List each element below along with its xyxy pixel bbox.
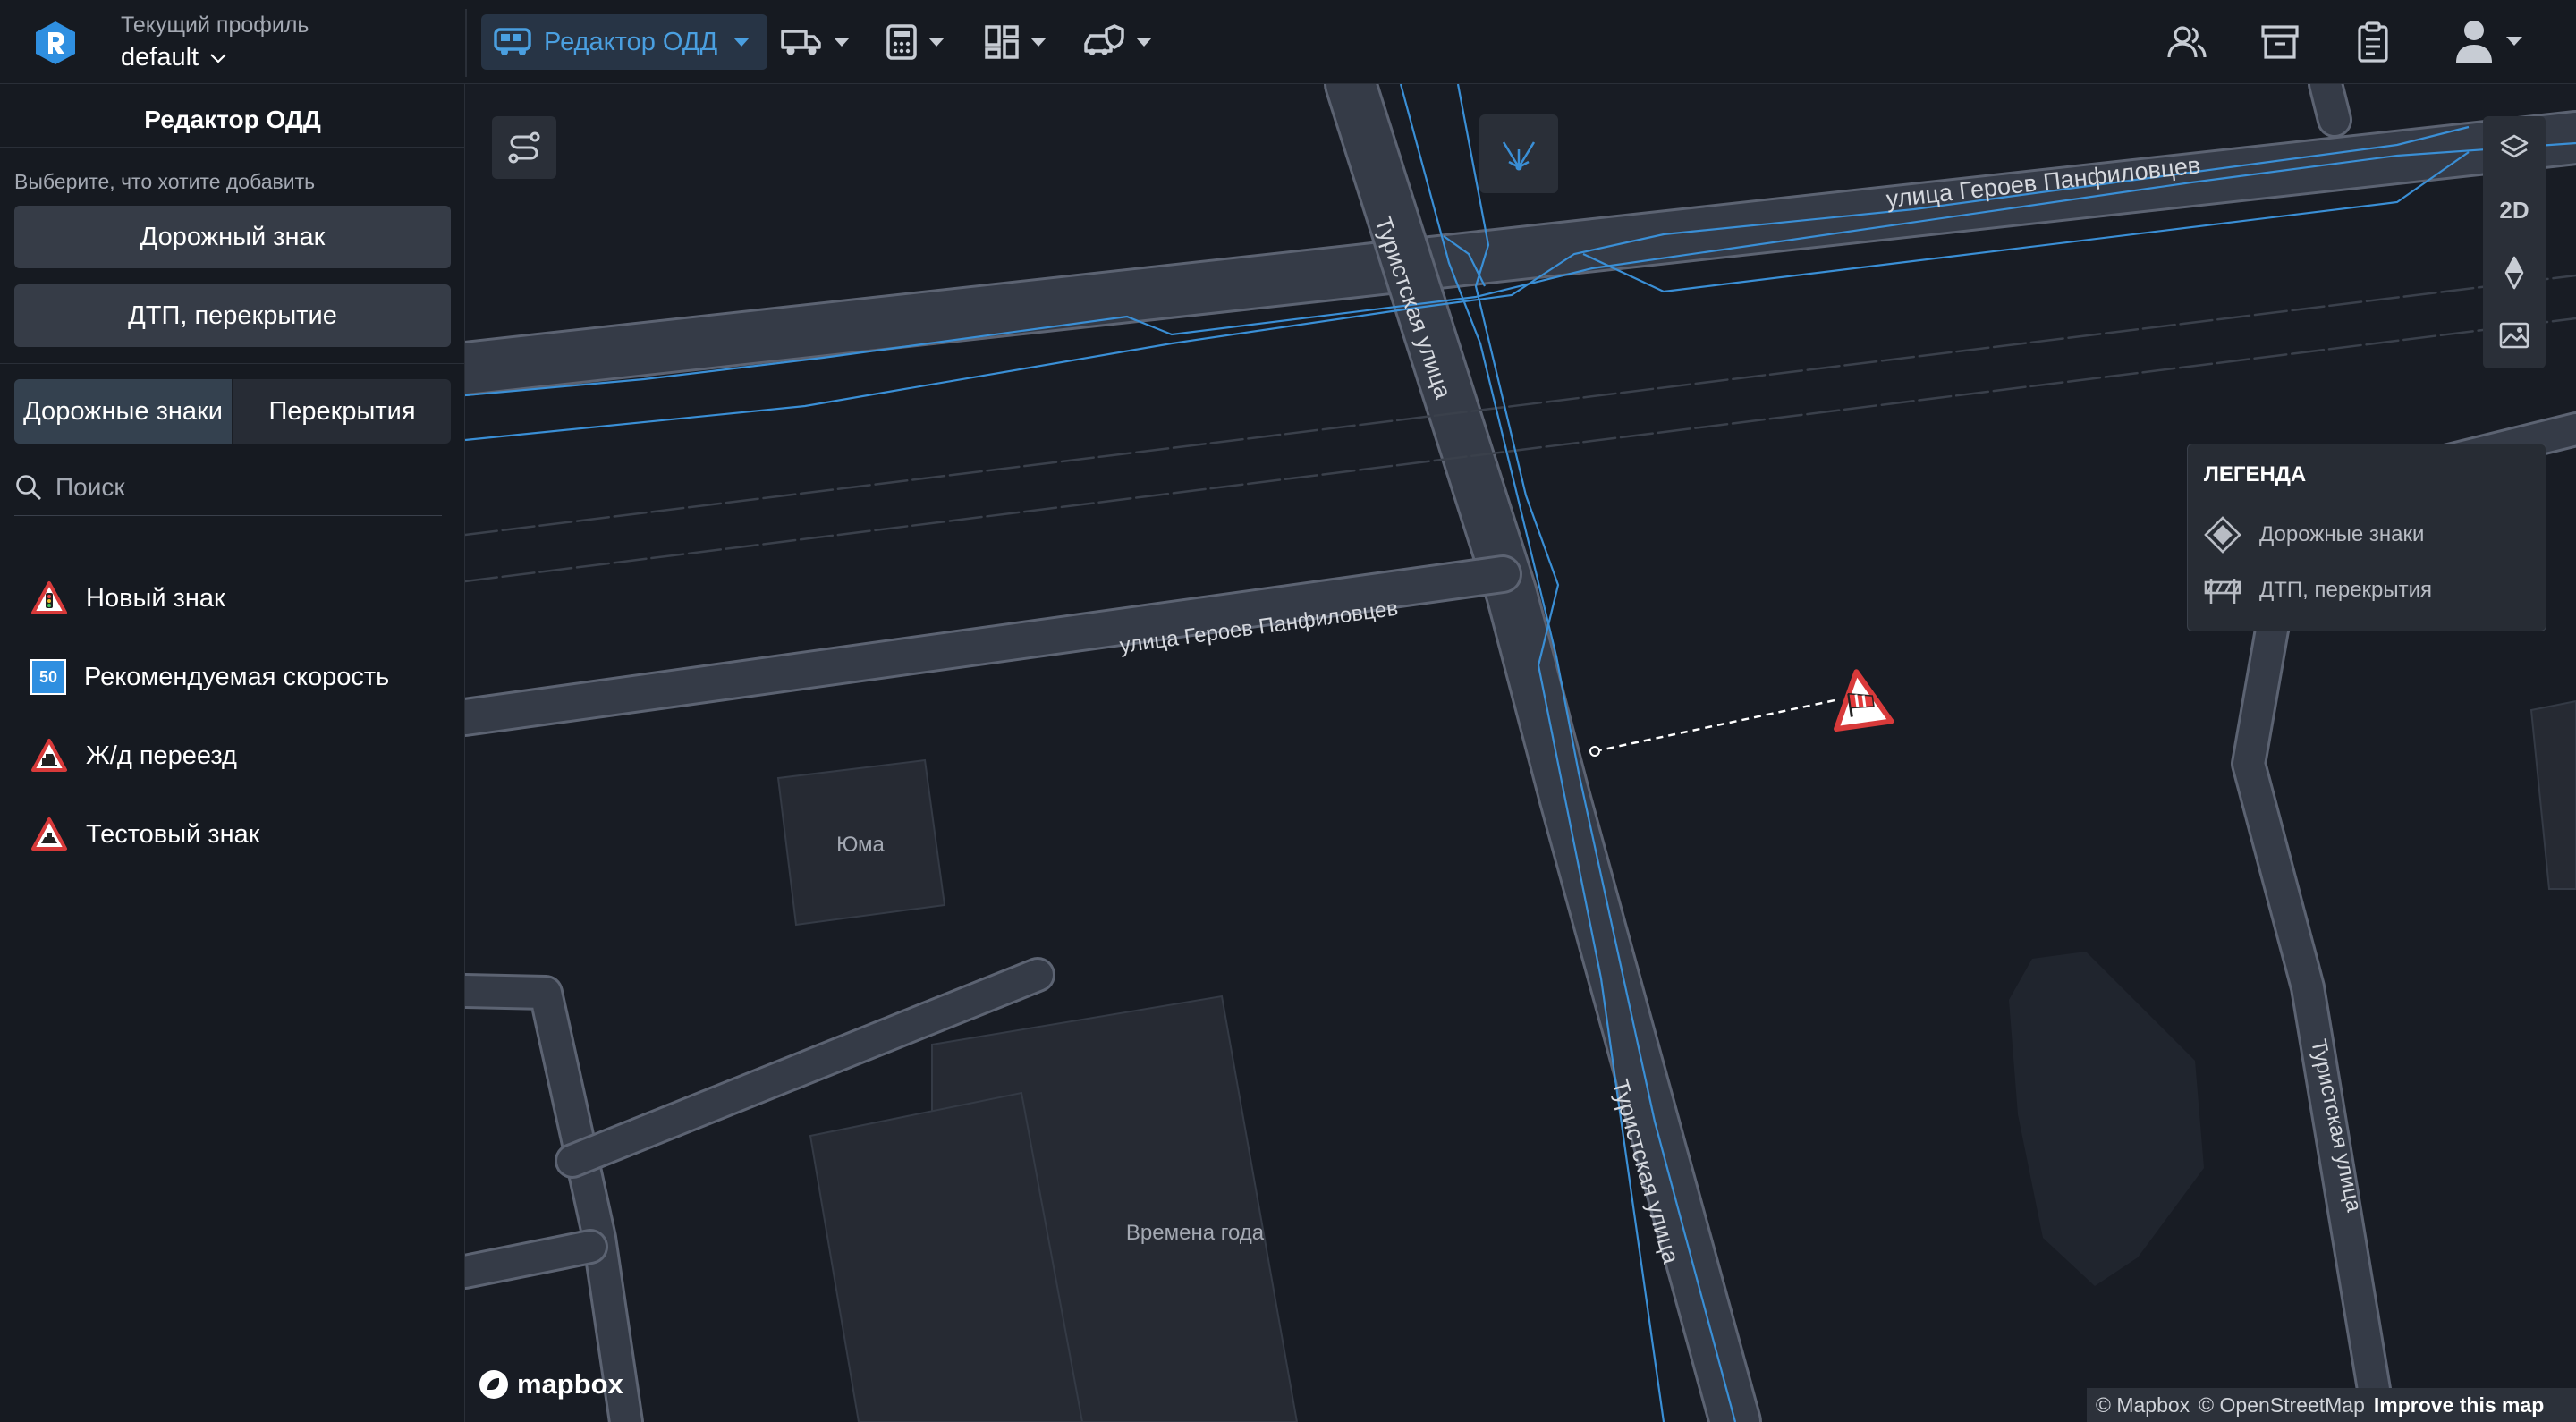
search-bar [14,460,442,516]
sidebar: Редактор ОДД Выберите, что хотите добави… [0,84,465,1422]
sign-anchor-point[interactable] [1589,746,1600,757]
sign-list-item[interactable]: Новый знак [30,573,225,623]
truck-icon [781,30,821,55]
sign-link-line [1594,698,1840,753]
add-road-sign-button[interactable]: Дорожный знак [14,206,451,268]
search-input[interactable] [54,472,415,503]
topbar-divider [465,9,467,77]
mapbox-attribution-link[interactable]: © Mapbox [2096,1393,2190,1418]
sign-label: Рекомендуемая скорость [84,662,390,691]
sign-label: Новый знак [86,583,225,613]
sign-list-item[interactable]: Ж/д переезд [30,731,237,781]
barrier-icon [2204,579,2241,604]
add-incident-button[interactable]: ДТП, перекрытие [14,284,451,347]
test-warning-sign-icon [31,817,67,851]
map-controls-panel: 2D [2483,116,2546,368]
sidebar-title: Редактор ОДД [144,106,321,133]
route-tool-button[interactable] [492,116,556,179]
building [2529,699,2576,890]
placed-wind-sign-icon[interactable] [1829,668,1894,732]
calculator-menu-button[interactable] [886,14,945,70]
legend-label: ДТП, перекрытия [2259,578,2433,602]
odd-editor-menu-button[interactable]: Редактор ОДД [481,14,767,70]
divider [0,363,465,364]
speed-sign-number: 50 [38,667,58,686]
sign-label: Ж/д переезд [86,741,237,770]
mode-2d-label: 2D [2499,196,2529,224]
legend-panel: ЛЕГЕНДА Дорожные знаки ДТП, перекрытия [2187,444,2546,631]
layers-icon [2500,134,2529,158]
mapbox-logo-icon [479,1370,508,1399]
chevron-down-icon [210,53,226,63]
legend-label: Дорожные знаки [2259,522,2425,546]
caret-down-icon [1030,38,1046,47]
users-icon[interactable] [2165,20,2209,64]
map[interactable]: улица Героев Панфиловцев улица Героев Па… [465,84,2576,1422]
top-bar: Текущий профиль default Редактор ОДД [0,0,2576,84]
osm-attribution-link[interactable]: © OpenStreetMap [2199,1393,2365,1418]
search-icon [16,475,41,500]
caret-down-icon [2506,37,2522,46]
sign-list-item[interactable]: 50 Рекомендуемая скорость [30,652,389,702]
map-canvas[interactable]: улица Героев Панфиловцев улица Героев Па… [465,84,2576,1422]
odd-editor-label: Редактор ОДД [544,27,718,56]
profile-value: default [121,43,199,72]
compass-button[interactable] [2483,241,2546,304]
building-label: Времена года [1126,1221,1265,1245]
user-menu-button[interactable] [2454,18,2522,64]
map-attribution: © Mapbox © OpenStreetMap Improve this ma… [2087,1388,2576,1422]
improve-map-link[interactable]: Improve this map [2374,1393,2544,1418]
vertex-tool-icon [1502,141,1536,171]
image-icon [2499,322,2529,349]
node-tool-button[interactable] [1479,114,1558,193]
basemap-button[interactable] [2483,304,2546,367]
sign-label: Тестовый знак [86,819,260,849]
sidebar-prompt: Выберите, что хотите добавить [14,170,316,193]
mapbox-logo[interactable]: mapbox [478,1368,623,1401]
dashboard-menu-button[interactable] [984,14,1046,70]
tab-road-signs[interactable]: Дорожные знаки [14,379,233,444]
legend-title: ЛЕГЕНДА [2204,462,2307,487]
caret-down-icon [733,38,750,47]
caret-down-icon [1136,38,1152,47]
building-label: Юма [836,833,885,857]
compass-icon [2504,256,2524,290]
caret-down-icon [928,38,945,47]
water [2009,952,2204,1286]
speed-50-sign-icon: 50 [30,659,66,695]
tabs: Дорожные знаки Перекрытия [14,379,451,444]
road-sign-diamond-icon [2204,516,2241,554]
calculator-icon [886,24,917,60]
warning-traffic-light-sign-icon [31,581,67,614]
user-avatar-icon [2456,21,2492,63]
layers-button[interactable] [2483,116,2546,179]
divider [0,147,465,148]
car-shield-icon [1084,24,1124,55]
archive-icon[interactable] [2258,20,2302,64]
legend-item: Дорожные знаки [2204,516,2424,554]
tab-closures[interactable]: Перекрытия [233,379,451,444]
profile-dropdown[interactable]: default [121,43,227,72]
route-icon [508,131,540,164]
railway-crossing-sign-icon [31,739,67,772]
clipboard-icon[interactable] [2351,20,2395,64]
logo-icon[interactable] [32,20,79,66]
mapbox-logo-text: mapbox [517,1368,623,1400]
dashboard-icon [985,25,1019,59]
toggle-2d-button[interactable]: 2D [2483,179,2546,241]
profile-label: Текущий профиль [121,13,309,38]
car-safety-menu-button[interactable] [1082,14,1152,70]
sign-list-item[interactable]: Тестовый знак [30,809,259,859]
transport-menu-button[interactable] [780,14,850,70]
bus-icon [494,28,531,55]
legend-item: ДТП, перекрытия [2204,575,2432,605]
caret-down-icon [834,38,850,47]
